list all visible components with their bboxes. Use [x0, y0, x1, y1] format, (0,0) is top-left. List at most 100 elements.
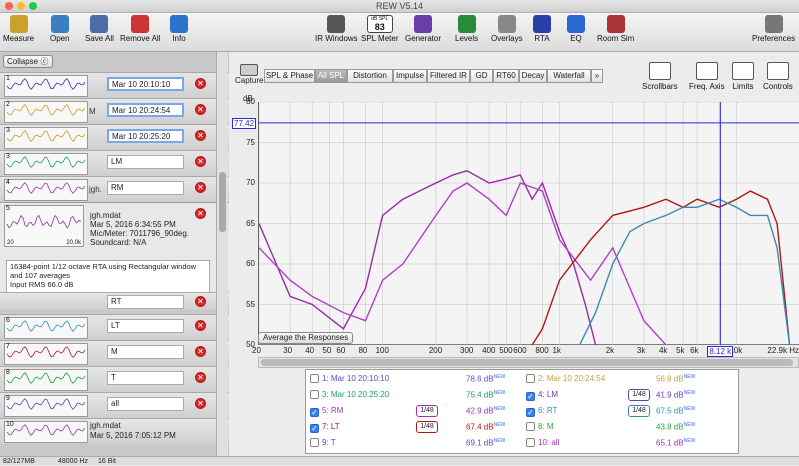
freq-axis-button[interactable]: Freq. Axis — [689, 62, 725, 91]
toolbar-spl-meter-button[interactable]: dB SPL 83 SPL Meter — [361, 15, 399, 43]
measurement-row[interactable]: 4 jgh. RM ✕ — [0, 176, 229, 202]
legend-checkbox[interactable] — [526, 438, 535, 447]
remove-measurement-button[interactable]: ✕ — [195, 208, 206, 219]
toolbar-measure-button[interactable]: Measure — [3, 15, 34, 43]
measurement-row[interactable]: 7 M ✕ — [0, 340, 229, 366]
legend-checkbox[interactable] — [310, 390, 319, 399]
remove-measurement-button[interactable]: ✕ — [195, 372, 206, 383]
capture-button[interactable]: Capture — [235, 64, 263, 85]
legend-item[interactable]: 9: T — [310, 438, 336, 447]
measurement-thumbnail[interactable]: 3 — [4, 153, 88, 175]
scrollbars-button[interactable]: Scrollbars — [642, 62, 678, 91]
measurement-name-field[interactable]: Mar 10 20:10:10 — [107, 77, 184, 91]
measurement-thumbnail[interactable]: 7 — [4, 343, 88, 365]
legend-checkbox[interactable] — [526, 422, 535, 431]
legend-item[interactable]: ✓ 7: LT — [310, 422, 340, 433]
legend-checkbox[interactable] — [310, 438, 319, 447]
toolbar-rta-button[interactable]: RTA — [533, 15, 551, 43]
measurement-thumbnail[interactable]: 2 — [4, 101, 88, 123]
measurement-thumbnail[interactable]: 5 20 20.0k — [4, 205, 84, 247]
measurement-row[interactable]: 2 M Mar 10 20:24:54 ✕ — [0, 98, 229, 124]
toolbar-save-all-button[interactable]: Save All — [85, 15, 114, 43]
measurement-name-field[interactable]: Mar 10 20:25:20 — [107, 129, 184, 143]
legend-item[interactable]: ✓ 4: LM — [526, 390, 558, 401]
tab-all-spl[interactable]: All SPL — [315, 69, 347, 83]
toolbar-overlays-button[interactable]: Overlays — [491, 15, 523, 43]
h-scroll-thumb[interactable] — [261, 359, 793, 366]
toolbar-preferences-button[interactable]: Preferences — [752, 15, 795, 43]
smoothing-indicator[interactable]: 1/48 — [416, 421, 438, 433]
measurement-row[interactable]: 3 Mar 10 20:25:20 ✕ — [0, 124, 229, 150]
tab-decay[interactable]: Decay — [519, 69, 547, 83]
remove-measurement-button[interactable]: ✕ — [195, 130, 206, 141]
legend-item[interactable]: 8: M — [526, 422, 554, 431]
remove-measurement-button[interactable]: ✕ — [195, 104, 206, 115]
remove-measurement-button[interactable]: ✕ — [195, 78, 206, 89]
measurement-name-field[interactable]: Mar 10 20:24:54 — [107, 103, 184, 117]
measurement-row[interactable]: 3 LM ✕ — [0, 150, 229, 176]
panel-scrollbar[interactable] — [216, 52, 228, 456]
legend-item[interactable]: 3: Mar 10 20:25:20 — [310, 390, 389, 399]
tab-distortion[interactable]: Distortion — [347, 69, 393, 83]
remove-measurement-button[interactable]: ✕ — [195, 346, 206, 357]
minimize-window-button[interactable] — [17, 2, 25, 10]
remove-measurement-button[interactable]: ✕ — [195, 296, 206, 307]
limits-button[interactable]: Limits — [732, 62, 754, 91]
legend-checkbox[interactable] — [526, 374, 535, 383]
toolbar-levels-button[interactable]: Levels — [455, 15, 478, 43]
legend-item[interactable]: 10: all — [526, 438, 559, 447]
toolbar-remove-all-button[interactable]: Remove All — [120, 15, 160, 43]
tab-spl-phase[interactable]: SPL & Phase — [264, 69, 315, 83]
toolbar-ir-windows-button[interactable]: IR Windows — [315, 15, 358, 43]
scroll-thumb[interactable] — [219, 172, 226, 232]
average-responses-button[interactable]: Average the Responses — [258, 332, 354, 344]
measurement-thumbnail[interactable]: 6 — [4, 317, 88, 339]
smoothing-indicator[interactable]: 1/48 — [628, 389, 650, 401]
legend-item[interactable]: 1: Mar 10 20:10:10 — [310, 374, 389, 383]
smoothing-indicator[interactable]: 1/48 — [628, 405, 650, 417]
spl-graph[interactable] — [258, 101, 799, 346]
measurement-thumbnail[interactable]: 1 — [4, 75, 88, 97]
toolbar-eq-button[interactable]: EQ — [567, 15, 585, 43]
measurement-row[interactable]: RT ✕ — [0, 292, 229, 310]
measurement-name-field[interactable]: LT — [107, 319, 184, 333]
remove-measurement-button[interactable]: ✕ — [195, 398, 206, 409]
toolbar-room-sim-button[interactable]: Room Sim — [597, 15, 634, 43]
toolbar-info-button[interactable]: Info — [170, 15, 188, 43]
legend-item[interactable]: ✓ 5: RM — [310, 406, 343, 417]
measurement-name-field[interactable]: M — [107, 345, 184, 359]
legend-checkbox[interactable] — [310, 374, 319, 383]
measurement-notes[interactable]: 16384-point 1/12 octave RTA using Rectan… — [6, 260, 210, 293]
controls-button[interactable]: Controls — [763, 62, 793, 91]
measurement-thumbnail[interactable]: 9 — [4, 395, 88, 417]
measurement-name-field[interactable]: T — [107, 371, 184, 385]
measurement-thumbnail[interactable]: 10 — [4, 421, 88, 443]
toolbar-generator-button[interactable]: Generator — [405, 15, 441, 43]
remove-measurement-button[interactable]: ✕ — [195, 182, 206, 193]
remove-measurement-button[interactable]: ✕ — [195, 320, 206, 331]
close-window-button[interactable] — [5, 2, 13, 10]
tab-more[interactable]: » — [591, 69, 603, 83]
measurement-row[interactable]: 10 jgh.mdat Mar 5, 2016 7:05:12 PM — [0, 418, 229, 444]
smoothing-indicator[interactable]: 1/48 — [416, 405, 438, 417]
legend-checkbox[interactable]: ✓ — [310, 408, 319, 417]
tab-impulse[interactable]: Impulse — [393, 69, 427, 83]
legend-checkbox[interactable]: ✓ — [310, 424, 319, 433]
legend-checkbox[interactable]: ✓ — [526, 392, 535, 401]
tab-filtered-ir[interactable]: Filtered IR — [427, 69, 470, 83]
measurement-name-field[interactable]: LM — [107, 155, 184, 169]
tab-rt60[interactable]: RT60 — [493, 69, 519, 83]
measurement-row[interactable]: 8 T ✕ — [0, 366, 229, 392]
measurement-name-field[interactable]: all — [107, 397, 184, 411]
measurement-row[interactable]: 9 all ✕ — [0, 392, 229, 418]
collapse-button[interactable]: Collapse ⓒ — [3, 55, 53, 68]
remove-measurement-button[interactable]: ✕ — [195, 156, 206, 167]
measurement-name-field[interactable]: RT — [107, 295, 184, 309]
toolbar-open-button[interactable]: Open — [50, 15, 70, 43]
measurement-thumbnail[interactable]: 8 — [4, 369, 88, 391]
measurement-thumbnail[interactable]: 3 — [4, 127, 88, 149]
tab-gd[interactable]: GD — [470, 69, 493, 83]
measurement-row[interactable]: 6 LT ✕ — [0, 314, 229, 340]
legend-item[interactable]: 2: Mar 10 20:24:54 — [526, 374, 605, 383]
measurement-name-field[interactable]: RM — [107, 181, 184, 195]
